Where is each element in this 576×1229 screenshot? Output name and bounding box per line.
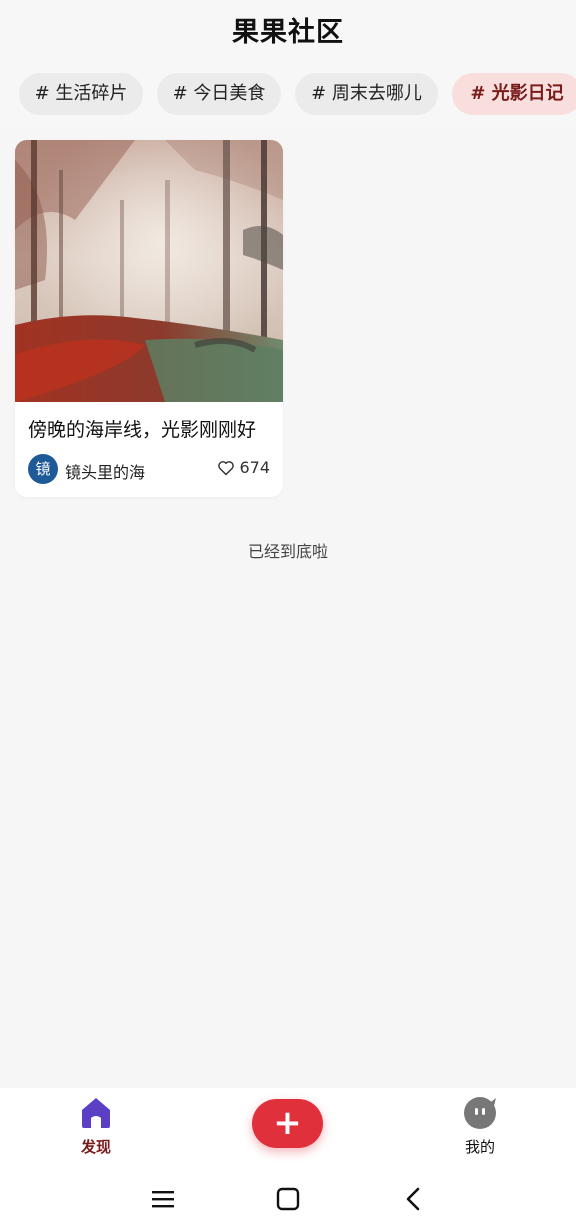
back-icon[interactable]: [400, 1184, 426, 1214]
end-of-list-text: 已经到底啦: [247, 542, 328, 561]
avatar[interactable]: 镜: [28, 454, 58, 484]
create-post-button[interactable]: +: [252, 1099, 323, 1148]
post-title: 傍晚的海岸线，光影刚刚好: [28, 419, 257, 441]
post-card[interactable]: 傍晚的海岸线，光影刚刚好 镜 镜头里的海 674: [15, 140, 283, 497]
author-name[interactable]: 镜头里的海: [65, 459, 145, 483]
feed: 傍晚的海岸线，光影刚刚好 镜 镜头里的海 674 已经到底啦: [0, 128, 576, 1088]
top-header: 果果社区 # 生活碎片 # 今日美食 # 周末去哪儿 # 光影日记: [0, 0, 576, 128]
nav-mine[interactable]: 我的: [440, 1096, 520, 1157]
chat-bubble-icon: [464, 1097, 496, 1129]
home-square-icon[interactable]: [275, 1184, 301, 1214]
tab-today-food[interactable]: # 今日美食: [157, 73, 281, 115]
tab-weekend-trips[interactable]: # 周末去哪儿: [295, 73, 438, 115]
tab-light-diary[interactable]: # 光影日记: [452, 73, 576, 115]
menu-icon[interactable]: [150, 1184, 176, 1214]
home-icon: [82, 1098, 110, 1128]
heart-icon: [218, 460, 235, 475]
topic-tabs: # 生活碎片 # 今日美食 # 周末去哪儿 # 光影日记: [0, 73, 576, 115]
post-image: [15, 140, 283, 402]
nav-mine-label: 我的: [464, 1138, 495, 1156]
nav-discover-label: 发现: [80, 1138, 111, 1156]
tab-life-fragments[interactable]: # 生活碎片: [19, 73, 143, 115]
nav-discover[interactable]: 发现: [56, 1096, 136, 1157]
like-button[interactable]: 674: [217, 458, 270, 477]
like-count: 674: [239, 458, 270, 477]
system-navigation-bar: [0, 1172, 576, 1229]
page-title: 果果社区: [232, 17, 344, 48]
